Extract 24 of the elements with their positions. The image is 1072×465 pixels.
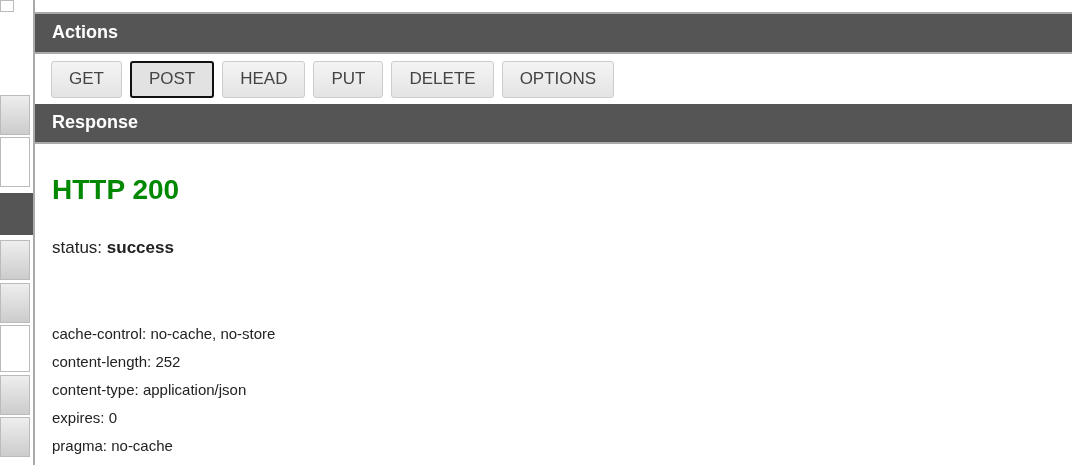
sidebar-panel (0, 193, 33, 235)
method-button[interactable]: PUT (313, 60, 384, 98)
status-text: status: success (52, 238, 175, 258)
response-header: expires: 0 (52, 408, 119, 428)
sidebar-panel (0, 283, 30, 323)
sidebar-panel (0, 375, 30, 415)
sidebar-panel (0, 137, 30, 187)
method-button[interactable]: DELETE (391, 60, 494, 98)
sidebar-panel (0, 240, 30, 280)
response-header: content-type: application/json (52, 380, 248, 400)
section-header: Actions (35, 14, 1072, 54)
method-button[interactable]: HEAD (222, 60, 306, 98)
status-code: HTTP 200 (52, 174, 181, 206)
method-button[interactable]: POST (129, 60, 215, 98)
response-header: pragma: no-cache (52, 436, 174, 456)
section-header: Response (35, 104, 1072, 144)
method-button[interactable]: GET (51, 60, 122, 98)
sidebar-panel (0, 325, 30, 372)
sidebar-panel (0, 417, 30, 457)
sidebar-panel (0, 0, 14, 12)
sidebar-panel (0, 95, 30, 135)
response-header: content-length: 252 (52, 352, 182, 372)
method-button[interactable]: OPTIONS (501, 60, 615, 98)
response-header: cache-control: no-cache, no-store (52, 324, 277, 344)
